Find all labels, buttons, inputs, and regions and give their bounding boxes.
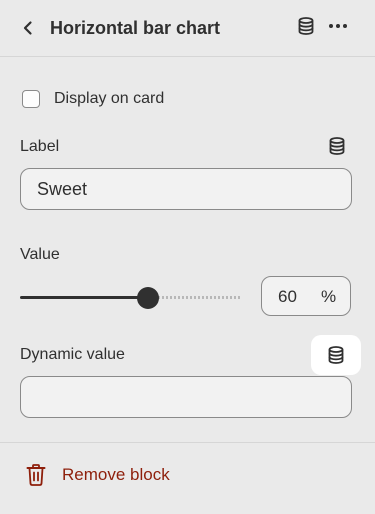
- database-icon: [329, 137, 345, 155]
- value-unit: %: [321, 287, 337, 306]
- more-horizontal-icon: [329, 24, 347, 28]
- dynamic-value-input[interactable]: [20, 376, 352, 418]
- remove-block-label: Remove block: [62, 465, 170, 484]
- footer-divider: [0, 442, 375, 443]
- trash-icon: [26, 464, 46, 486]
- value-number: 60: [278, 287, 297, 306]
- label-input[interactable]: [20, 168, 352, 210]
- database-icon: [298, 17, 314, 35]
- panel-header: Horizontal bar chart: [0, 0, 375, 56]
- dynamic-value-label: Dynamic value: [20, 346, 125, 363]
- back-button[interactable]: [16, 16, 40, 40]
- slider-track-filled[interactable]: [20, 296, 148, 299]
- header-dynamic-source-button[interactable]: [294, 14, 318, 38]
- slider-track-empty[interactable]: [150, 296, 240, 299]
- value-slider-thumb[interactable]: [137, 287, 159, 309]
- value-number-input[interactable]: 60 %: [261, 276, 351, 316]
- display-on-card-label: Display on card: [54, 90, 165, 107]
- header-divider: [0, 56, 375, 57]
- remove-block-button[interactable]: Remove block: [26, 464, 170, 486]
- page-title: Horizontal bar chart: [50, 18, 221, 38]
- database-icon: [328, 346, 344, 364]
- dynamic-value-source-button[interactable]: [311, 335, 361, 375]
- display-on-card-checkbox-row[interactable]: Display on card: [22, 88, 164, 110]
- label-field-label: Label: [20, 138, 60, 155]
- more-actions-button[interactable]: [326, 14, 350, 38]
- chevron-left-icon: [23, 21, 32, 35]
- label-dynamic-source-button[interactable]: [323, 132, 351, 160]
- display-on-card-checkbox[interactable]: [22, 90, 40, 108]
- value-field-label: Value: [20, 246, 60, 263]
